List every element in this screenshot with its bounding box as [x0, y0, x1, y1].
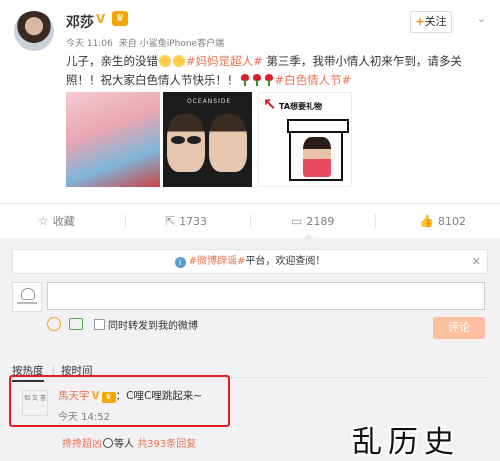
- like-button[interactable]: 👍 8102: [419, 204, 466, 238]
- like-icon: 👍: [419, 214, 434, 228]
- reply-summary[interactable]: 搀搀超凶 等人 共393条回复: [62, 435, 196, 450]
- chevron-down-icon[interactable]: ⌄: [477, 12, 486, 25]
- repost-icon: ⇱: [165, 214, 176, 228]
- panda-emoji-icon: [103, 438, 113, 448]
- post-text: 儿子，亲生的没错 #妈妈是超人# 第三季，我带小情人初来乍到，请多关照！！祝大家白…: [66, 54, 462, 87]
- notice-hashtag[interactable]: #微博辟谣#: [189, 256, 246, 267]
- close-icon[interactable]: ✕: [472, 250, 481, 273]
- bookmark-icon: ☆: [38, 214, 49, 228]
- comment-button[interactable]: ▭ 2189: [291, 204, 334, 239]
- laugh-emoji-icon: [173, 55, 185, 67]
- reply-users[interactable]: 搀搀超凶: [62, 439, 102, 450]
- emoji-icon[interactable]: [47, 317, 61, 331]
- info-icon: i: [174, 257, 186, 268]
- vip-crown-icon: ♛: [112, 11, 128, 26]
- repost-button[interactable]: ⇱ 1733: [165, 204, 207, 238]
- arrow-icon: ↖: [263, 95, 277, 114]
- submit-comment-button[interactable]: 评论: [433, 317, 485, 339]
- watermark: 乱历史: [350, 423, 460, 461]
- post-time[interactable]: 今天 11:06: [66, 39, 113, 49]
- view-replies-link[interactable]: 共393条回复: [137, 439, 196, 450]
- author-name[interactable]: 邓莎: [66, 12, 94, 32]
- repost-checkbox[interactable]: [94, 319, 105, 330]
- image-icon[interactable]: [69, 318, 83, 330]
- laugh-emoji-icon: [159, 55, 171, 67]
- gift-box-icon: [287, 119, 349, 181]
- follow-button[interactable]: +关注: [410, 11, 452, 33]
- source-prefix: 来自: [118, 39, 137, 49]
- comment-icon: ▭: [291, 214, 303, 228]
- hashtag-link[interactable]: #白色情人节#: [275, 73, 352, 87]
- author-avatar[interactable]: [14, 11, 54, 51]
- highlight-box: [9, 375, 230, 427]
- verified-icon: V: [96, 12, 106, 26]
- comment-input[interactable]: [47, 282, 485, 310]
- post-meta: 今天 11:06 来自 小鲨鱼iPhone客户端: [66, 36, 227, 49]
- post-photo[interactable]: [66, 92, 160, 187]
- rumor-notice: i #微博辟谣#平台，欢迎查阅！ ✕: [12, 249, 488, 274]
- comment-section: i #微博辟谣#平台，欢迎查阅！ ✕ 同时转发到我的微博 评论 按热度 | 按时间 但…: [0, 239, 500, 461]
- repost-checkbox-label: 同时转发到我的微博: [108, 321, 198, 332]
- hashtag-link[interactable]: #妈妈是超人#: [186, 54, 263, 68]
- post-photo[interactable]: OCEANSIDE: [163, 92, 252, 187]
- current-user-avatar: [12, 282, 42, 312]
- weibo-post: 邓莎 V ♛ +关注 ⌄ 今天 11:06 来自 小鲨鱼iPhone客户端 儿子，…: [0, 0, 500, 203]
- post-photo[interactable]: ↖ TA想要礼物: [258, 92, 352, 187]
- post-source[interactable]: 小鲨鱼iPhone客户端: [140, 39, 224, 49]
- rose-emoji-icon: [240, 74, 250, 86]
- rose-emoji-icon: [252, 74, 262, 86]
- bookmark-button[interactable]: ☆ 收藏: [38, 204, 75, 238]
- post-actions: ☆ 收藏 ⇱ 1733 ▭ 2189 👍 8102: [0, 203, 500, 239]
- rose-emoji-icon: [264, 74, 274, 86]
